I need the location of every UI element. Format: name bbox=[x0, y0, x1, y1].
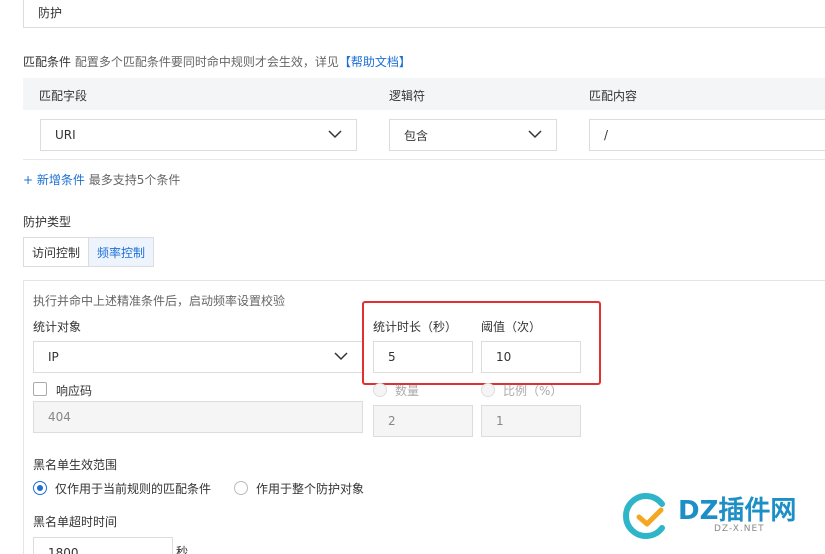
highlight-box bbox=[362, 301, 601, 385]
watermark-logo: DZ插件网 DZ-X.NET bbox=[622, 488, 822, 544]
add-condition-row: + 新增条件 最多支持5个条件 bbox=[23, 171, 180, 188]
watermark-sub: DZ-X.NET bbox=[714, 524, 765, 534]
count-input[interactable]: 2 bbox=[373, 405, 473, 437]
match-operator-value: 包含 bbox=[404, 128, 429, 143]
blacklist-timeout-input[interactable]: 1800 bbox=[33, 537, 173, 554]
match-field-value: URI bbox=[55, 128, 76, 142]
dz-logo-icon bbox=[623, 493, 665, 539]
scope-current-radio[interactable] bbox=[33, 481, 47, 495]
scope-current-label: 仅作用于当前规则的匹配条件 bbox=[55, 482, 212, 496]
chevron-down-icon bbox=[334, 352, 348, 361]
count-value: 2 bbox=[388, 414, 396, 428]
response-code-placeholder: 404 bbox=[48, 410, 71, 424]
response-code-input[interactable]: 404 bbox=[33, 401, 363, 433]
rule-name-input[interactable]: 防护 bbox=[23, 0, 825, 28]
ratio-label: 比例（%） bbox=[503, 384, 563, 398]
header-content: 匹配内容 bbox=[589, 89, 638, 103]
stat-target-value: IP bbox=[48, 350, 59, 364]
add-condition-button[interactable]: + 新增条件 bbox=[23, 173, 85, 187]
ratio-radio[interactable] bbox=[481, 383, 495, 397]
scope-all-radio[interactable] bbox=[234, 481, 248, 495]
ratio-value: 1 bbox=[496, 414, 504, 428]
watermark-text: DZ插件网 bbox=[678, 496, 797, 526]
match-content-input[interactable]: / bbox=[589, 119, 825, 151]
help-doc-link[interactable]: 【帮助文档】 bbox=[339, 55, 411, 69]
match-desc: 配置多个匹配条件要同时命中规则才会生效，详见 bbox=[74, 55, 339, 69]
chevron-down-icon bbox=[328, 130, 342, 139]
match-field-select[interactable]: URI bbox=[40, 119, 357, 151]
tab-rate-control[interactable]: 频率控制 bbox=[88, 237, 154, 267]
match-operator-select[interactable]: 包含 bbox=[389, 119, 557, 151]
blacklist-scope-label: 黑名单生效范围 bbox=[33, 458, 118, 472]
chevron-down-icon bbox=[528, 130, 542, 139]
stat-target-select[interactable]: IP bbox=[33, 341, 363, 373]
rule-name-value: 防护 bbox=[38, 5, 63, 20]
tab-access-control[interactable]: 访问控制 bbox=[23, 237, 89, 267]
response-code-label: 响应码 bbox=[56, 384, 93, 398]
rate-note: 执行并命中上述精准条件后，启动频率设置校验 bbox=[33, 294, 286, 308]
match-table-header: 匹配字段 逻辑符 匹配内容 bbox=[23, 78, 825, 110]
ratio-input[interactable]: 1 bbox=[481, 405, 581, 437]
match-content-value: / bbox=[604, 128, 609, 142]
response-code-checkbox[interactable] bbox=[33, 382, 47, 396]
count-radio[interactable] bbox=[373, 383, 387, 397]
match-conditions-heading: 匹配条件 配置多个匹配条件要同时命中规则才会生效，详见【帮助文档】 bbox=[23, 53, 411, 70]
match-title: 匹配条件 bbox=[23, 55, 72, 69]
protection-type-label: 防护类型 bbox=[23, 215, 72, 229]
add-condition-hint: 最多支持5个条件 bbox=[88, 173, 181, 187]
header-field: 匹配字段 bbox=[39, 89, 88, 103]
blacklist-timeout-unit: 秒 bbox=[176, 545, 189, 554]
blacklist-timeout-value: 1800 bbox=[48, 546, 79, 554]
scope-all-label: 作用于整个防护对象 bbox=[256, 482, 365, 496]
header-operator: 逻辑符 bbox=[389, 89, 426, 103]
count-label: 数量 bbox=[395, 384, 420, 398]
blacklist-timeout-label: 黑名单超时时间 bbox=[33, 515, 118, 529]
stat-target-label: 统计对象 bbox=[33, 320, 82, 334]
